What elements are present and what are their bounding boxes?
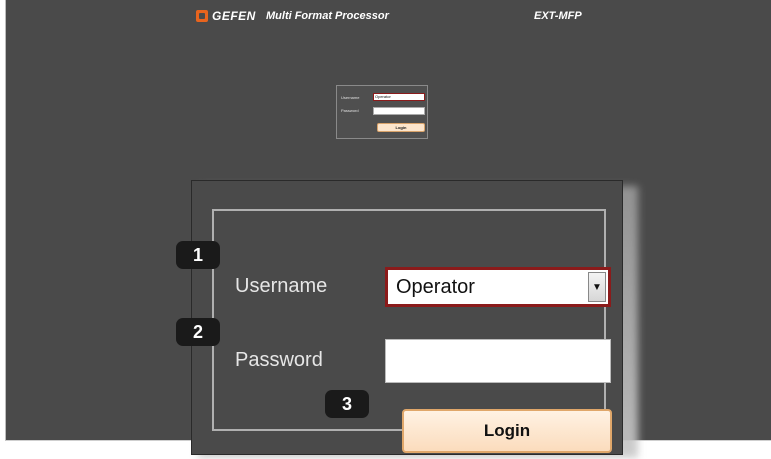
preview-username-label: Username <box>341 95 360 100</box>
gefen-logo-icon <box>196 10 208 22</box>
username-label: Username <box>235 275 328 297</box>
password-field[interactable] <box>385 339 611 383</box>
password-label: Password <box>235 349 323 371</box>
preview-login-button[interactable]: Login <box>377 123 425 132</box>
login-form: Username Operator ▼ Password Login <box>212 209 612 453</box>
preview-username-select[interactable]: Operator <box>373 93 425 101</box>
logo-text: GEFEN <box>212 9 256 23</box>
brand-logo: GEFEN <box>196 9 256 23</box>
login-button[interactable]: Login <box>402 409 612 453</box>
preview-password-label: Password <box>341 108 359 113</box>
callout-badge-2: 2 <box>176 318 220 346</box>
product-title: Multi Format Processor <box>266 10 389 22</box>
model-name: EXT-MFP <box>534 10 582 22</box>
login-zoom-panel: Username Operator ▼ Password Login <box>191 180 623 455</box>
login-preview-panel: Username Operator Password Login <box>336 85 428 139</box>
callout-badge-1: 1 <box>176 241 220 269</box>
username-value: Operator <box>396 275 475 298</box>
chevron-down-icon[interactable]: ▼ <box>588 272 606 302</box>
username-select[interactable]: Operator ▼ <box>385 267 611 307</box>
preview-password-field[interactable] <box>373 107 425 115</box>
callout-badge-3: 3 <box>325 390 369 418</box>
